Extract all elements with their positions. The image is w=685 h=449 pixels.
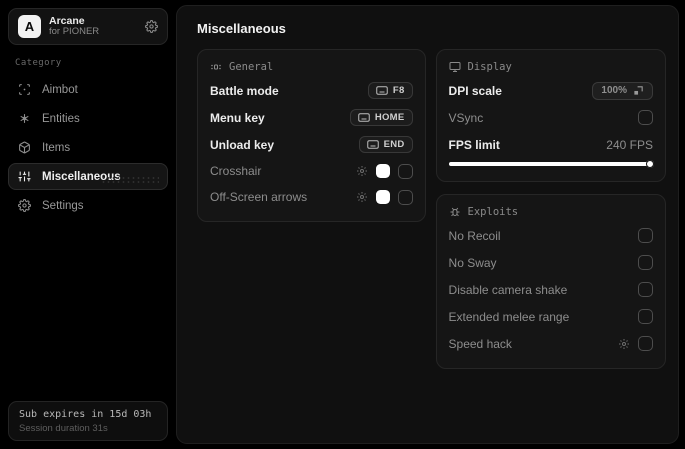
keybind-value: HOME: [374, 112, 405, 123]
keyboard-icon: [376, 86, 388, 95]
offscreen-arrows-checkbox[interactable]: [397, 189, 413, 205]
crosshair-gear-icon[interactable]: [356, 165, 368, 177]
general-header-label: General: [229, 61, 274, 73]
dpi-scale-select[interactable]: 100%: [592, 81, 653, 100]
speed-hack-gear-icon[interactable]: [618, 338, 630, 350]
disable-camera-shake-row: Disable camera shake: [449, 278, 653, 301]
monitor-icon: [449, 61, 461, 73]
extended-melee-range-row: Extended melee range: [449, 305, 653, 328]
category-label: Category: [15, 58, 62, 68]
app-logo: A: [18, 15, 41, 38]
keybind-value: F8: [392, 85, 405, 96]
keybind-value: END: [383, 139, 405, 150]
resize-scale-icon: [633, 85, 644, 96]
sidebar-item-aimbot[interactable]: Aimbot: [8, 76, 168, 103]
unload-key-label: Unload key: [210, 137, 275, 152]
speed-hack-row: Speed hack: [449, 332, 653, 355]
offscreen-arrows-row: Off-Screen arrows: [210, 186, 413, 208]
sidebar-item-miscellaneous[interactable]: Miscellaneous: [8, 163, 168, 190]
no-recoil-label: No Recoil: [448, 228, 501, 243]
disable-camera-shake-checkbox[interactable]: [638, 282, 653, 297]
display-panel: Display DPI scale 100% VSync FPS limit 2…: [435, 49, 666, 182]
sidebar-item-settings[interactable]: Settings: [8, 192, 168, 219]
subscription-info-card: Sub expires in 15d 03h Session duration …: [8, 401, 168, 441]
display-header-label: Display: [467, 61, 512, 73]
speed-hack-label: Speed hack: [448, 336, 512, 351]
sliders-icon: [18, 170, 31, 183]
sidebar-item-label: Aimbot: [42, 83, 78, 96]
extended-melee-range-checkbox[interactable]: [638, 309, 653, 324]
offscreen-arrows-color-swatch[interactable]: [375, 190, 390, 204]
brand-text: Arcane for PIONER: [49, 15, 137, 38]
sidebar-item-label: Entities: [42, 112, 80, 125]
sub-expires-text: Sub expires in 15d 03h: [19, 409, 152, 420]
unload-key-keybind[interactable]: END: [358, 136, 413, 153]
keyboard-icon: [366, 140, 379, 149]
crosshair-label: Crosshair: [210, 164, 262, 178]
crosshair-color-swatch[interactable]: [375, 164, 390, 178]
keyboard-grid-icon: [210, 61, 222, 73]
scan-icon: [18, 83, 31, 96]
app-subtitle: for PIONER: [49, 26, 100, 38]
brand-card: A Arcane for PIONER: [8, 8, 168, 45]
vsync-label: VSync: [448, 110, 484, 125]
sidebar: A Arcane for PIONER Category Aimbot Enti…: [0, 0, 176, 449]
sidebar-item-label: Items: [42, 141, 71, 154]
crosshair-checkbox[interactable]: [397, 163, 413, 179]
general-panel-header: General: [210, 61, 413, 73]
offscreen-arrows-gear-icon[interactable]: [356, 191, 368, 203]
dpi-scale-value: 100%: [601, 85, 627, 96]
speed-hack-checkbox[interactable]: [638, 336, 653, 351]
exploits-panel-header: Exploits: [449, 206, 653, 218]
sidebar-item-items[interactable]: Items: [8, 134, 168, 161]
bug-icon: [449, 206, 461, 218]
exploits-header-label: Exploits: [467, 206, 519, 218]
extended-melee-range-label: Extended melee range: [448, 309, 570, 324]
fps-limit-row: FPS limit 240 FPS: [449, 133, 653, 156]
exploits-panel: Exploits No Recoil No Sway Disable camer…: [435, 194, 666, 369]
battle-mode-row: Battle mode F8: [210, 79, 413, 102]
sidebar-item-label: Settings: [42, 199, 84, 212]
fps-limit-label: FPS limit: [448, 137, 500, 152]
unload-key-row: Unload key END: [210, 133, 413, 156]
fps-slider-fill: [448, 162, 653, 166]
no-recoil-checkbox[interactable]: [638, 228, 653, 243]
session-duration-text: Session duration 31s: [19, 423, 108, 434]
fps-limit-slider[interactable]: [448, 160, 654, 168]
main-content: Miscellaneous General Battle mode F8 Men…: [176, 5, 679, 444]
keyboard-icon: [358, 113, 370, 122]
gear-icon: [18, 199, 31, 212]
disable-camera-shake-label: Disable camera shake: [448, 282, 568, 297]
dpi-scale-row: DPI scale 100%: [449, 79, 653, 102]
sidebar-nav: Aimbot Entities Items Miscellaneous Sett…: [8, 76, 168, 219]
vsync-checkbox[interactable]: [638, 110, 653, 125]
fps-slider-knob[interactable]: [646, 160, 654, 168]
fps-limit-value: 240 FPS: [606, 137, 653, 152]
general-panel: General Battle mode F8 Menu key HOME Unl…: [197, 49, 426, 222]
active-item-dots-decoration: [101, 176, 159, 185]
dpi-scale-label: DPI scale: [448, 83, 502, 98]
crosshair-row: Crosshair: [210, 160, 413, 182]
sidebar-item-entities[interactable]: Entities: [8, 105, 168, 132]
menu-key-label: Menu key: [210, 110, 265, 125]
no-sway-row: No Sway: [449, 251, 653, 274]
no-recoil-row: No Recoil: [449, 224, 653, 247]
vsync-row: VSync: [449, 106, 653, 129]
atom-icon: [18, 112, 31, 125]
battle-mode-keybind[interactable]: F8: [367, 82, 413, 99]
menu-key-keybind[interactable]: HOME: [349, 109, 413, 126]
settings-gear-icon[interactable]: [145, 20, 158, 33]
page-title: Miscellaneous: [197, 21, 286, 36]
menu-key-row: Menu key HOME: [210, 106, 413, 129]
no-sway-label: No Sway: [448, 255, 497, 270]
no-sway-checkbox[interactable]: [638, 255, 653, 270]
display-panel-header: Display: [449, 61, 653, 73]
package-icon: [18, 141, 31, 154]
battle-mode-label: Battle mode: [210, 83, 279, 98]
offscreen-arrows-label: Off-Screen arrows: [210, 190, 308, 204]
